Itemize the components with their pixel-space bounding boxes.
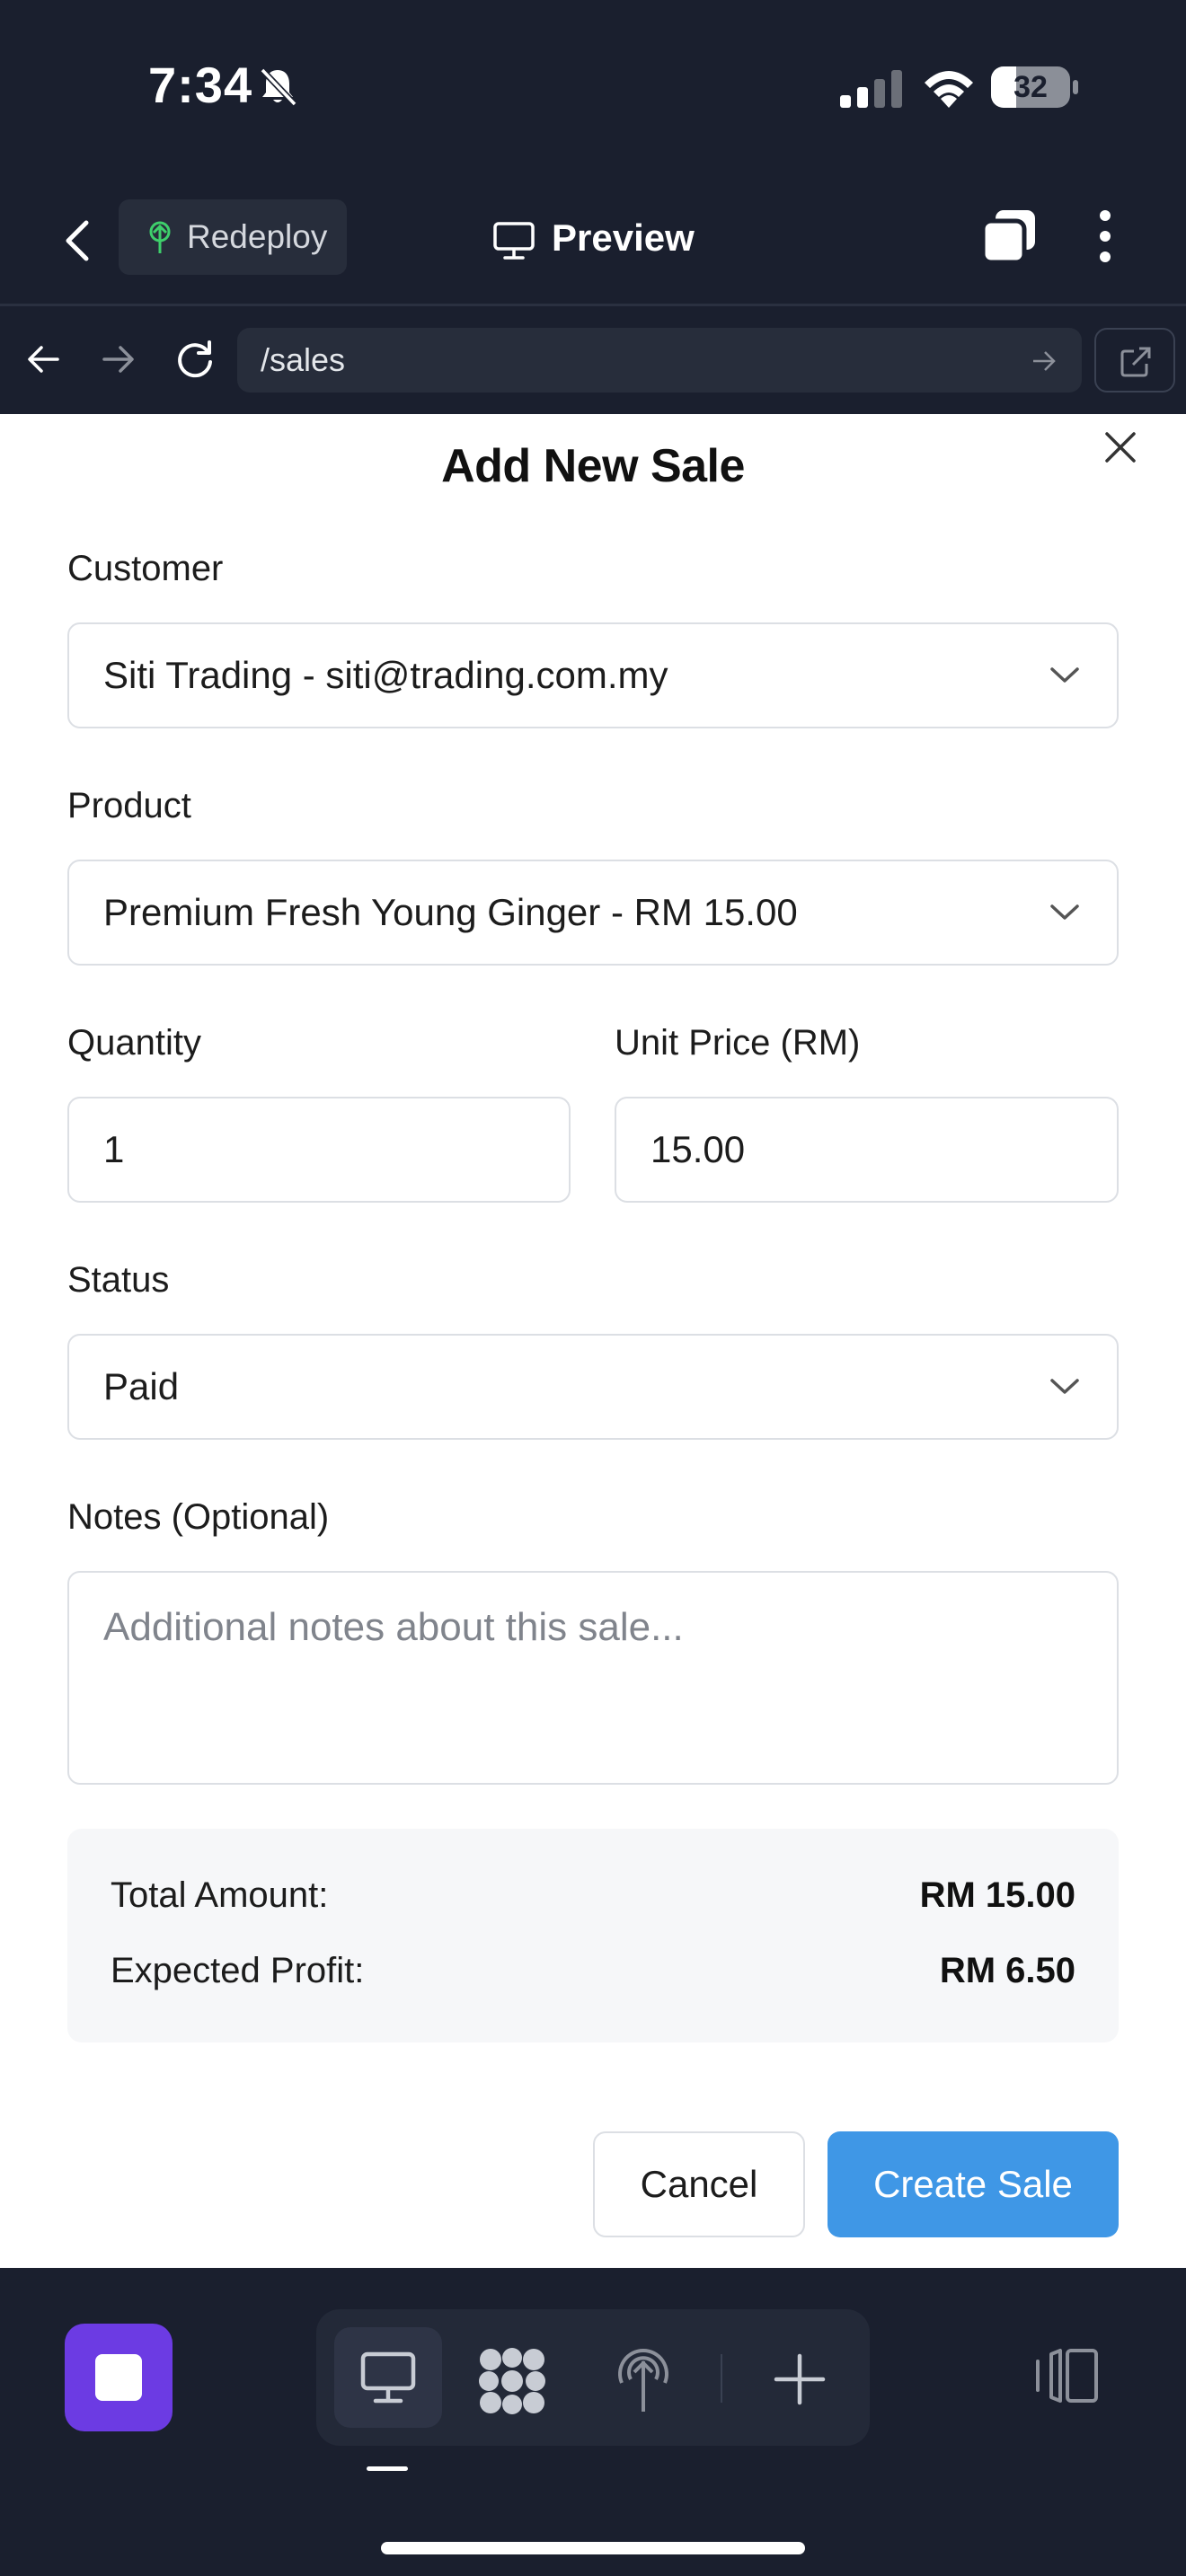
customer-value: Siti Trading - siti@trading.com.my — [103, 654, 668, 696]
close-icon[interactable] — [1100, 427, 1141, 468]
monitor-icon — [493, 222, 535, 260]
unit-price-input[interactable]: 15.00 — [615, 1097, 1119, 1203]
status-time: 7:34 — [148, 57, 253, 113]
preview-label: Preview — [552, 216, 695, 259]
panel-icon[interactable] — [1033, 2347, 1100, 2404]
chevron-down-icon — [1050, 1379, 1079, 1394]
profit-value: RM 6.50 — [939, 1951, 1075, 1990]
status-value: Paid — [103, 1365, 180, 1407]
tabs-icon[interactable] — [979, 207, 1039, 266]
url-go-icon[interactable] — [1031, 349, 1057, 373]
redeploy-icon — [149, 221, 171, 253]
chevron-down-icon — [1050, 667, 1079, 683]
toolbar-divider — [721, 2354, 722, 2403]
unit-price-value: 15.00 — [651, 1128, 746, 1170]
open-external-button[interactable] — [1094, 328, 1175, 393]
product-value: Premium Fresh Young Ginger - RM 15.00 — [103, 891, 798, 933]
url-bar[interactable]: /sales — [237, 328, 1082, 393]
quantity-value: 1 — [103, 1128, 125, 1170]
customer-select[interactable]: Siti Trading - siti@trading.com.my — [67, 622, 1119, 728]
stop-icon — [95, 2354, 142, 2401]
profit-label: Expected Profit: — [111, 1951, 365, 1990]
external-link-icon — [1120, 347, 1151, 377]
arrow-right-icon[interactable] — [99, 340, 137, 378]
bottom-toolbar — [0, 2268, 1186, 2576]
arrow-left-icon[interactable] — [25, 340, 63, 378]
product-label: Product — [67, 786, 191, 825]
desktop-icon — [360, 2351, 416, 2404]
battery-icon: 32 — [991, 66, 1078, 108]
total-value: RM 15.00 — [919, 1875, 1075, 1915]
back-icon[interactable] — [56, 216, 99, 266]
bell-slash-icon — [260, 67, 297, 107]
status-select[interactable]: Paid — [67, 1334, 1119, 1440]
desktop-view-button[interactable] — [334, 2327, 442, 2428]
add-sale-modal: Add New Sale Customer Siti Trading - sit… — [0, 414, 1186, 2268]
notes-textarea[interactable]: Additional notes about this sale... — [67, 1571, 1119, 1785]
customer-label: Customer — [67, 549, 224, 588]
active-tab-indicator — [367, 2466, 408, 2471]
cancel-button[interactable]: Cancel — [593, 2131, 805, 2237]
more-icon[interactable] — [1087, 207, 1123, 266]
browser-bar: /sales — [0, 306, 1186, 414]
stop-button[interactable] — [65, 2324, 173, 2431]
url-text: /sales — [261, 341, 346, 378]
total-label: Total Amount: — [111, 1875, 329, 1915]
chevron-down-icon — [1050, 904, 1079, 920]
status-label: Status — [67, 1260, 170, 1300]
redeploy-button[interactable]: Redeploy — [119, 199, 347, 275]
quantity-input[interactable]: 1 — [67, 1097, 571, 1203]
unit-price-label: Unit Price (RM) — [615, 1023, 861, 1063]
tool-group — [316, 2309, 870, 2446]
create-sale-button[interactable]: Create Sale — [828, 2131, 1119, 2237]
modal-title: Add New Sale — [441, 440, 745, 492]
quantity-label: Quantity — [67, 1023, 201, 1063]
battery-level: 32 — [1013, 70, 1048, 104]
status-bar: 7:34 32 — [0, 0, 1186, 171]
signal-icon — [840, 70, 902, 108]
deploy-icon[interactable] — [613, 2343, 674, 2413]
plus-icon[interactable] — [773, 2352, 827, 2406]
sale-summary: Total Amount: RM 15.00 Expected Profit: … — [67, 1829, 1119, 2042]
notes-placeholder: Additional notes about this sale... — [103, 1605, 684, 1649]
reload-icon[interactable] — [173, 337, 217, 382]
home-indicator — [381, 2542, 805, 2554]
app-header: Redeploy Preview — [0, 171, 1186, 305]
notes-label: Notes (Optional) — [67, 1497, 330, 1537]
product-select[interactable]: Premium Fresh Young Ginger - RM 15.00 — [67, 860, 1119, 966]
apps-icon[interactable] — [476, 2345, 548, 2417]
redeploy-label: Redeploy — [187, 218, 328, 255]
wifi-icon — [925, 71, 973, 108]
